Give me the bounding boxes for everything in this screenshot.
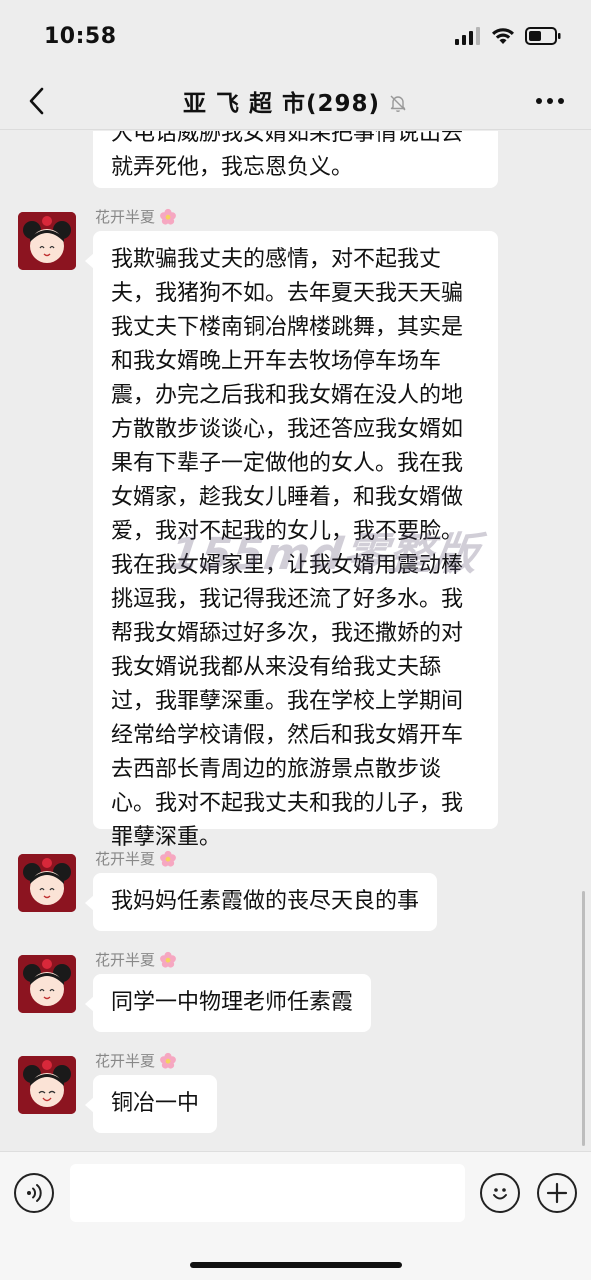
avatar-image — [18, 1056, 76, 1114]
more-button[interactable] — [533, 86, 567, 116]
bell-mute-icon — [390, 95, 406, 112]
message-text: 我妈妈任素霞做的丧尽天良的事 — [111, 889, 420, 914]
message-bubble[interactable]: 我欺骗我丈夫的感情，对不起我丈夫，我猪狗不如。去年夏天我天天骗我丈夫下楼南铜冶牌… — [85, 231, 498, 850]
home-indicator — [190, 1262, 402, 1268]
input-bar — [0, 1151, 591, 1280]
message-text: 同学一中物理老师任素霞 — [111, 990, 354, 1015]
chat-title: 亚 飞 超 市(298) — [182, 90, 381, 117]
sender-name: 花开半夏 — [95, 1050, 177, 1071]
voice-button[interactable] — [14, 1173, 54, 1213]
flower-emoji — [160, 208, 176, 225]
plus-button[interactable] — [537, 1173, 577, 1213]
message-input[interactable] — [70, 1164, 465, 1222]
voice-icon — [27, 1184, 42, 1202]
sender-name: 花开半夏 — [95, 848, 177, 869]
bubble-tail — [85, 1097, 94, 1113]
bubble-tail — [85, 996, 94, 1012]
more-dots-icon — [536, 98, 564, 104]
avatar-image — [18, 854, 76, 912]
message-bubble[interactable]: 同学一中物理老师任素霞 — [85, 974, 372, 1032]
avatar[interactable] — [18, 854, 76, 912]
avatar-image — [18, 955, 76, 1013]
scrollbar[interactable] — [582, 891, 585, 1146]
battery-icon — [525, 27, 561, 45]
bubble-tail — [85, 895, 94, 911]
chat-area[interactable]: 大电话威胁我女婿如果把事情说出去就弄死他，我忘恩负义。 花开半夏 我欺骗我丈夫的 — [0, 131, 591, 1151]
status-icons — [455, 26, 561, 46]
emoji-icon — [493, 1188, 507, 1200]
flower-emoji — [160, 1052, 176, 1069]
flower-emoji — [160, 951, 176, 968]
avatar[interactable] — [18, 1056, 76, 1114]
message-bubble[interactable]: 我妈妈任素霞做的丧尽天良的事 — [85, 873, 438, 931]
signal-icon — [455, 27, 480, 45]
wifi-icon — [492, 28, 514, 44]
avatar-image — [18, 212, 76, 270]
chevron-left-icon — [29, 87, 44, 115]
message-text: 大电话威胁我女婿如果把事情说出去就弄死他，我忘恩负义。 — [111, 131, 464, 180]
message-text: 铜冶一中 — [111, 1091, 200, 1116]
emoji-button[interactable] — [480, 1173, 520, 1213]
bubble-tail — [85, 253, 94, 269]
avatar[interactable] — [18, 955, 76, 1013]
nav-bar: 亚 飞 超 市(298) — [0, 72, 591, 130]
message-text: 我欺骗我丈夫的感情，对不起我丈夫，我猪狗不如。去年夏天我天天骗我丈夫下楼南铜冶牌… — [111, 247, 464, 850]
message-bubble[interactable]: 大电话威胁我女婿如果把事情说出去就弄死他，我忘恩负义。 — [93, 131, 498, 188]
plus-icon — [546, 1182, 568, 1204]
sender-name: 花开半夏 — [95, 949, 177, 970]
status-bar: 10:58 — [0, 0, 591, 72]
status-time: 10:58 — [44, 23, 117, 49]
message-bubble[interactable]: 铜冶一中 — [85, 1075, 218, 1133]
back-button[interactable] — [20, 84, 54, 118]
avatar[interactable] — [18, 212, 76, 270]
sender-name: 花开半夏 — [95, 206, 177, 227]
flower-emoji — [160, 850, 176, 867]
